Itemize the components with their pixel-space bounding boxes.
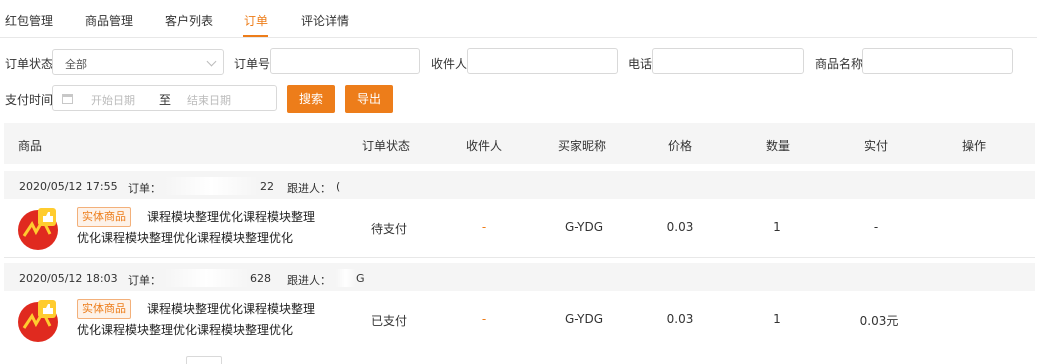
order-time: 2020/05/12 18:03 bbox=[19, 272, 118, 285]
follower-label: 跟进人： bbox=[287, 274, 331, 287]
pagination-partial bbox=[0, 354, 1037, 364]
order-status-label: 订单状态 bbox=[5, 57, 54, 71]
export-button[interactable]: 导出 bbox=[345, 85, 393, 113]
start-date-input[interactable]: 开始日期 bbox=[91, 92, 135, 108]
pay-time-range-picker[interactable]: 开始日期 至 结束日期 bbox=[52, 85, 277, 111]
order-header: 2020/05/12 18:03 订单： 628 跟进人： G bbox=[4, 263, 1035, 293]
order-no: 22 bbox=[260, 180, 274, 193]
order-no-input[interactable] bbox=[270, 48, 420, 74]
order-status: 已支付 bbox=[370, 314, 407, 328]
phone-label: 电话 bbox=[628, 57, 653, 71]
follower-name: ( bbox=[336, 180, 341, 193]
receiver-input[interactable] bbox=[467, 48, 618, 74]
order-no-label: 订单： bbox=[128, 274, 161, 287]
page-size-select[interactable] bbox=[186, 356, 222, 364]
product-title[interactable]: 课程模块整理优化课程模块整理优化课程模块整理优化课程模块整理优化 bbox=[77, 207, 317, 249]
col-buyer-nickname: 买家昵称 bbox=[558, 139, 607, 153]
phone-input[interactable] bbox=[652, 48, 804, 74]
tab-red-packet[interactable]: 红包管理 bbox=[5, 12, 53, 29]
quantity: 1 bbox=[773, 220, 781, 234]
paid-amount: - bbox=[873, 220, 879, 234]
col-paid: 实付 bbox=[864, 139, 889, 153]
chevron-down-icon bbox=[206, 56, 217, 67]
price: 0.03 bbox=[666, 312, 694, 326]
tab-reviews[interactable]: 评论详情 bbox=[301, 12, 349, 29]
range-separator: 至 bbox=[159, 93, 172, 107]
follower-name: G bbox=[356, 272, 365, 285]
table-header: 商品 订单状态 收件人 买家昵称 价格 数量 实付 操作 bbox=[4, 123, 1035, 164]
order-no: 628 bbox=[250, 272, 271, 285]
order-time: 2020/05/12 17:55 bbox=[19, 180, 118, 193]
col-product: 商品 bbox=[18, 139, 43, 153]
order-no-label: 订单： bbox=[128, 182, 161, 195]
calendar-icon bbox=[62, 94, 73, 104]
order-status: 待支付 bbox=[370, 222, 407, 236]
order-status-select[interactable]: 全部 bbox=[52, 49, 224, 75]
pay-time-label: 支付时间 bbox=[5, 93, 54, 107]
order-header: 2020/05/12 17:55 订单： 22 跟进人： ( bbox=[4, 171, 1035, 201]
tab-orders[interactable]: 订单 bbox=[244, 12, 268, 29]
product-name-label: 商品名称 bbox=[815, 57, 864, 71]
row-divider bbox=[4, 257, 1035, 258]
quantity: 1 bbox=[773, 312, 781, 326]
col-price: 价格 bbox=[668, 139, 693, 153]
col-order-status: 订单状态 bbox=[362, 139, 411, 153]
receiver-label: 收件人 bbox=[431, 57, 468, 71]
tab-products[interactable]: 商品管理 bbox=[85, 12, 133, 29]
col-receiver: 收件人 bbox=[466, 139, 503, 153]
col-quantity: 数量 bbox=[766, 139, 791, 153]
table-row: 实体商品 课程模块整理优化课程模块整理优化课程模块整理优化课程模块整理优化 已支… bbox=[4, 291, 1035, 349]
paid-amount: 0.03元 bbox=[859, 314, 899, 328]
price: 0.03 bbox=[666, 220, 694, 234]
end-date-input[interactable]: 结束日期 bbox=[187, 92, 231, 108]
order-no-label: 订单号 bbox=[234, 57, 271, 71]
redacted-order-no bbox=[164, 269, 249, 287]
order-status-value: 全部 bbox=[65, 58, 87, 71]
buyer-nickname: G-YDG bbox=[564, 312, 604, 326]
receiver: - bbox=[481, 220, 487, 234]
product-title[interactable]: 课程模块整理优化课程模块整理优化课程模块整理优化课程模块整理优化 bbox=[77, 299, 317, 341]
redacted-order-no bbox=[164, 177, 259, 195]
product-name-input[interactable] bbox=[862, 48, 1013, 74]
tab-bar: 红包管理 商品管理 客户列表 订单 评论详情 bbox=[0, 0, 1037, 38]
follower-label: 跟进人： bbox=[287, 182, 331, 195]
receiver: - bbox=[481, 312, 487, 326]
redacted-follower bbox=[336, 269, 356, 287]
buyer-nickname: G-YDG bbox=[564, 220, 604, 234]
tab-customers[interactable]: 客户列表 bbox=[165, 12, 213, 29]
active-tab-indicator bbox=[243, 35, 268, 37]
thumbs-up-badge-icon bbox=[18, 300, 58, 342]
search-button[interactable]: 搜索 bbox=[287, 85, 335, 113]
thumbs-up-badge-icon bbox=[18, 208, 58, 250]
col-actions: 操作 bbox=[962, 139, 987, 153]
table-row: 实体商品 课程模块整理优化课程模块整理优化课程模块整理优化课程模块整理优化 待支… bbox=[4, 199, 1035, 257]
